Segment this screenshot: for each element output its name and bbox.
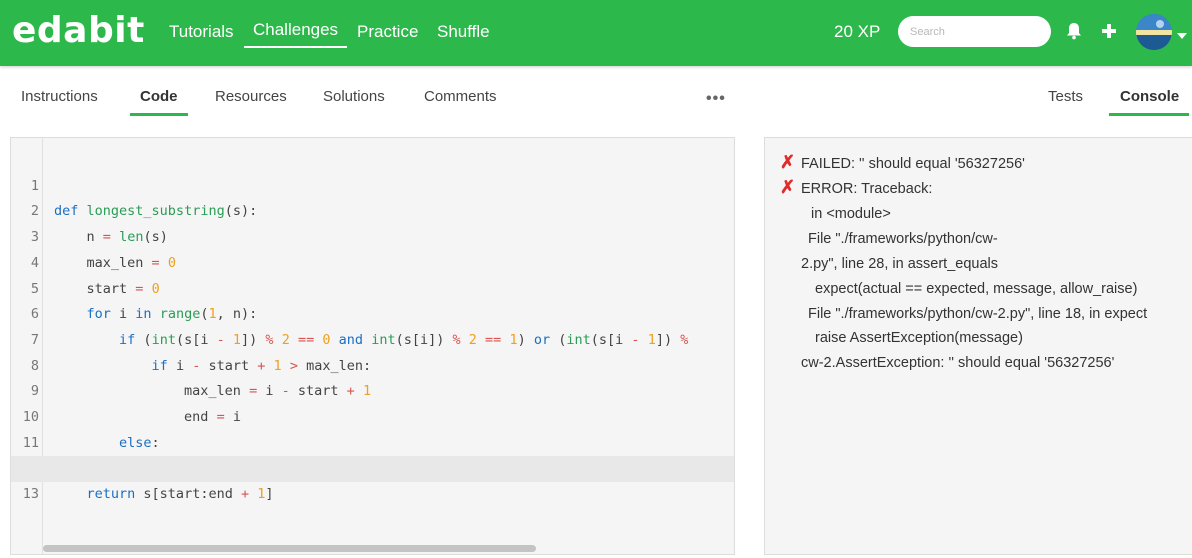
code-line[interactable]: 7 if i - start + 1 > max_len: xyxy=(11,302,734,374)
code-editor[interactable]: 1 def longest_substring(s): 2 n = len(s)… xyxy=(10,137,735,555)
top-nav-bar: edabit Tutorials Challenges Practice Shu… xyxy=(0,0,1192,66)
nav-practice[interactable]: Practice xyxy=(357,22,418,42)
code-line[interactable]: 3 max_len = 0 xyxy=(11,199,734,271)
code-line[interactable]: 8 max_len = i - start + 1 xyxy=(11,328,734,400)
code-line[interactable]: 10 else: xyxy=(11,379,734,451)
nav-tutorials[interactable]: Tutorials xyxy=(169,22,234,42)
avatar[interactable] xyxy=(1136,14,1172,50)
more-icon[interactable]: ••• xyxy=(706,90,726,108)
console-trace-line: File "./frameworks/python/cw- xyxy=(808,231,998,247)
line-number: 13 xyxy=(22,486,39,503)
edabit-logo[interactable]: edabit xyxy=(12,10,145,51)
tab-console-underline xyxy=(1109,113,1189,116)
tab-code-underline xyxy=(130,113,188,116)
code-line[interactable]: 12 return s[start:end + 1] xyxy=(11,431,734,502)
console-trace-line: in <module> xyxy=(811,206,891,222)
console-trace-line: expect(actual == expected, message, allo… xyxy=(815,281,1138,297)
code-line-current[interactable]: 13 xyxy=(11,456,734,502)
tab-solutions[interactable]: Solutions xyxy=(323,88,385,105)
nav-challenges[interactable]: Challenges xyxy=(244,20,348,48)
code-line[interactable]: 9 end = i xyxy=(11,354,734,425)
cross-icon: ✗ xyxy=(780,177,796,197)
code-line[interactable]: 4 start = 0 xyxy=(11,225,734,297)
code-line[interactable]: 11 start = i xyxy=(11,405,734,477)
console-trace-line: raise AssertException(message) xyxy=(815,330,1023,346)
console-error-line: ERROR: Traceback: xyxy=(801,181,933,197)
code-line[interactable]: 5 for i in range(1, n): xyxy=(11,251,734,323)
tab-resources[interactable]: Resources xyxy=(215,88,287,105)
nav-shuffle[interactable]: Shuffle xyxy=(437,22,490,42)
console-trace-line: cw-2.AssertException: '' should equal '5… xyxy=(801,355,1115,371)
xp-counter: 20 XP xyxy=(834,22,881,41)
console-trace-line: 2.py", line 28, in assert_equals xyxy=(801,256,998,272)
code-line[interactable]: 2 n = len(s) xyxy=(11,174,734,245)
console-trace-line: File "./frameworks/python/cw-2.py", line… xyxy=(808,306,1148,322)
cross-icon: ✗ xyxy=(780,152,796,172)
plus-icon[interactable] xyxy=(1099,20,1119,42)
console-panel: ✗ FAILED: '' should equal '56327256' ✗ E… xyxy=(764,137,1192,555)
code-line[interactable]: 6 if (int(s[i - 1]) % 2 == 0 and int(s[i… xyxy=(11,277,734,348)
bell-icon[interactable] xyxy=(1064,20,1084,42)
tab-comments[interactable]: Comments xyxy=(424,88,497,105)
tab-tests[interactable]: Tests xyxy=(1048,88,1083,105)
code-line[interactable]: 1 def longest_substring(s): xyxy=(11,148,734,220)
tab-console[interactable]: Console xyxy=(1120,88,1179,105)
tab-code[interactable]: Code xyxy=(140,88,178,105)
search-input[interactable] xyxy=(898,16,1051,47)
console-failed-line: FAILED: '' should equal '56327256' xyxy=(801,156,1025,172)
caret-down-icon[interactable] xyxy=(1177,26,1187,44)
horizontal-scrollbar[interactable] xyxy=(43,545,536,552)
tab-instructions[interactable]: Instructions xyxy=(21,88,98,105)
